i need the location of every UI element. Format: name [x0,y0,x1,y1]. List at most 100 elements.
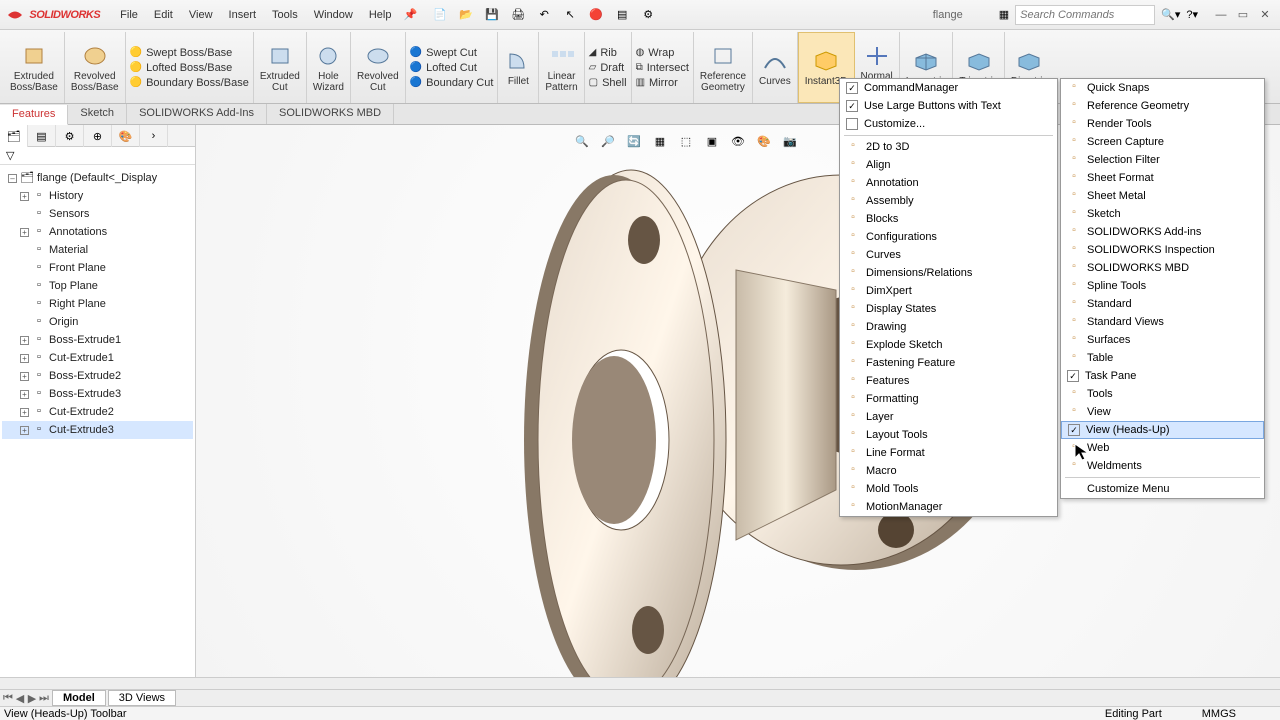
ctx-item[interactable]: ▫Table [1061,349,1264,367]
lofted-boss-button[interactable]: 🟡 Lofted Boss/Base [130,62,249,74]
revolved-cut-button[interactable]: RevolvedCut [351,32,406,103]
ctx-item[interactable]: ▫Drawing [840,318,1057,336]
flyout-icon[interactable]: ▦ [999,8,1009,21]
ctx-item[interactable]: ▫Standard [1061,295,1264,313]
tree-tab-display[interactable]: 🎨 [112,125,140,147]
tree-node[interactable]: +▫Cut-Extrude2 [2,403,193,421]
rebuild-button[interactable]: 🔴 [585,4,607,26]
ctx-item[interactable]: ▫SOLIDWORKS Add-ins [1061,223,1264,241]
options-button[interactable]: ▤ [611,4,633,26]
save-button[interactable]: 💾 [481,4,503,26]
swept-boss-button[interactable]: 🟡 Swept Boss/Base [130,47,249,59]
boundary-cut-button[interactable]: 🔵 Boundary Cut [410,77,494,89]
ctx-item[interactable]: ▫Configurations [840,228,1057,246]
tab-last-icon[interactable]: ⏭ [38,692,50,705]
tree-tab-feature[interactable]: 🗂 [0,125,28,147]
tree-node[interactable]: +▫Cut-Extrude1 [2,349,193,367]
undo-button[interactable]: ↶ [533,4,555,26]
ctx-item[interactable]: ▫Sheet Metal [1061,187,1264,205]
ctx-item[interactable]: ▫Tools [1061,385,1264,403]
boundary-boss-button[interactable]: 🟡 Boundary Boss/Base [130,77,249,89]
ctx-item[interactable]: ▫Display States [840,300,1057,318]
ctx-item[interactable]: ▫Features [840,372,1057,390]
tree-node[interactable]: +▫Annotations [2,223,193,241]
restore-button[interactable]: ▭ [1234,6,1252,24]
extruded-boss-button[interactable]: ExtrudedBoss/Base [4,32,65,103]
tree-node[interactable]: +▫Boss-Extrude2 [2,367,193,385]
tree-tab-more[interactable]: › [140,125,168,147]
menu-file[interactable]: File [112,5,146,25]
ctx-item[interactable]: ▫SOLIDWORKS MBD [1061,259,1264,277]
settings-button[interactable]: ⚙ [637,4,659,26]
mirror-button[interactable]: ▥ Mirror [636,77,689,89]
menu-tools[interactable]: Tools [264,5,306,25]
select-button[interactable]: ↖ [559,4,581,26]
intersect-button[interactable]: ⧉ Intersect [636,62,689,74]
tree-node[interactable]: +▫Cut-Extrude3 [2,421,193,439]
ctx-item[interactable]: ▫Quick Snaps [1061,79,1264,97]
close-button[interactable]: ✕ [1256,6,1274,24]
tree-node[interactable]: ▫Origin [2,313,193,331]
ctx-item[interactable]: ▫Formatting [840,390,1057,408]
pin-icon[interactable]: 📌 [403,8,417,21]
fillet-button[interactable]: Fillet [498,32,539,103]
ctx-item[interactable]: ✓Use Large Buttons with Text [840,97,1057,115]
tree-node[interactable]: ▫Top Plane [2,277,193,295]
ctx-item[interactable]: ▫Sketch [1061,205,1264,223]
ctx-item[interactable]: ▫Macro [840,462,1057,480]
ctx-item[interactable]: ▫Explode Sketch [840,336,1057,354]
ctx-item[interactable]: ▫Fastening Feature [840,354,1057,372]
ctx-item[interactable]: ✓CommandManager [840,79,1057,97]
ctx-item[interactable]: ▫Surfaces [1061,331,1264,349]
horizontal-scrollbar[interactable] [0,677,1280,689]
ctx-item[interactable]: ▫MotionManager [840,498,1057,516]
shell-button[interactable]: ▢ Shell [589,77,627,89]
reference-geometry-button[interactable]: ReferenceGeometry [694,32,753,103]
ctx-item[interactable]: ▫Screen Capture [1061,133,1264,151]
ctx-item[interactable]: ▫Selection Filter [1061,151,1264,169]
tree-node[interactable]: ▫Sensors [2,205,193,223]
ctx-item[interactable]: ✓Task Pane [1061,367,1264,385]
menu-window[interactable]: Window [306,5,361,25]
tab-model[interactable]: Model [52,690,106,706]
tab-mbd[interactable]: SOLIDWORKS MBD [267,104,394,124]
swept-cut-button[interactable]: 🔵 Swept Cut [410,47,494,59]
tab-sketch[interactable]: Sketch [68,104,127,124]
ctx-item[interactable]: ▫Layer [840,408,1057,426]
ctx-item[interactable]: Customize... [840,115,1057,133]
hole-wizard-button[interactable]: HoleWizard [307,32,351,103]
rib-button[interactable]: ◢ Rib [589,47,627,59]
ctx-item[interactable]: ▫Spline Tools [1061,277,1264,295]
ctx-item[interactable]: ▫SOLIDWORKS Inspection [1061,241,1264,259]
tree-node[interactable]: +▫Boss-Extrude1 [2,331,193,349]
tree-node[interactable]: ▫Right Plane [2,295,193,313]
ctx-item[interactable]: ▫Assembly [840,192,1057,210]
search-icon[interactable]: 🔍▾ [1161,8,1180,21]
tree-tab-config[interactable]: ⚙ [56,125,84,147]
new-doc-button[interactable]: 📄 [429,4,451,26]
help-icon[interactable]: ?▾ [1186,8,1198,21]
ctx-item[interactable]: ▫Dimensions/Relations [840,264,1057,282]
menu-insert[interactable]: Insert [221,5,265,25]
lofted-cut-button[interactable]: 🔵 Lofted Cut [410,62,494,74]
extruded-cut-button[interactable]: ExtrudedCut [254,32,307,103]
tree-tab-dimxpert[interactable]: ⊕ [84,125,112,147]
status-units[interactable]: MMGS [1202,708,1236,720]
ctx-item[interactable]: ▫Curves [840,246,1057,264]
ctx-item[interactable]: ▫Annotation [840,174,1057,192]
tab-next-icon[interactable]: ▶ [26,692,38,705]
menu-edit[interactable]: Edit [146,5,181,25]
ctx-item[interactable]: ▫Standard Views [1061,313,1264,331]
tree-node[interactable]: ▫Front Plane [2,259,193,277]
wrap-button[interactable]: ◍ Wrap [636,47,689,59]
ctx-item[interactable]: ▫Align [840,156,1057,174]
tab-addins[interactable]: SOLIDWORKS Add-Ins [127,104,267,124]
tab-prev-icon[interactable]: ◀ [14,692,26,705]
print-button[interactable]: 🖨 [507,4,529,26]
minimize-button[interactable]: — [1212,6,1230,24]
tab-3d-views[interactable]: 3D Views [108,690,176,706]
filter-icon[interactable]: ▽ [0,147,195,165]
ctx-item[interactable]: ▫View [1061,403,1264,421]
tree-node[interactable]: +▫Boss-Extrude3 [2,385,193,403]
menu-help[interactable]: Help [361,5,400,25]
